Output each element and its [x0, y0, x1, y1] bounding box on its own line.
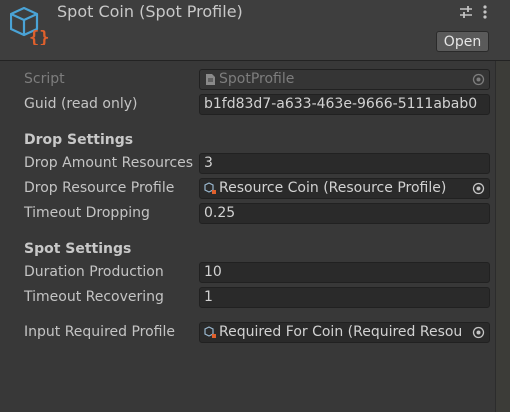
- inspector-header: {} Spot Coin (Spot Profile) Open: [0, 0, 510, 60]
- header-separator: [0, 60, 510, 61]
- object-picker-icon[interactable]: [472, 182, 485, 195]
- input-required-profile-field[interactable]: Required For Coin (Required Resou: [199, 322, 490, 343]
- script-label: Script: [24, 71, 65, 87]
- scriptable-object-icon: [204, 182, 216, 194]
- scriptable-object-icon: {}: [10, 6, 49, 45]
- drop-amount-input[interactable]: 3: [199, 153, 490, 174]
- drop-resource-profile-field[interactable]: Resource Coin (Resource Profile): [199, 178, 490, 199]
- script-file-icon: [206, 74, 215, 85]
- scriptable-object-icon: [204, 326, 216, 338]
- drop-settings-heading: Drop Settings: [24, 132, 134, 148]
- object-picker-icon[interactable]: [472, 326, 485, 339]
- guid-label: Guid (read only): [24, 96, 138, 112]
- duration-production-label: Duration Production: [24, 264, 164, 280]
- timeout-recovering-label: Timeout Recovering: [24, 289, 164, 305]
- guid-field[interactable]: b1fd83d7-a633-463e-9666-5111abab0: [199, 94, 490, 115]
- timeout-dropping-label: Timeout Dropping: [24, 205, 150, 221]
- inspector-title: Spot Coin (Spot Profile): [57, 2, 243, 21]
- sliders-icon[interactable]: [458, 4, 474, 20]
- script-field: SpotProfile: [199, 69, 490, 90]
- svg-text:{}: {}: [29, 28, 49, 45]
- object-picker-icon: [472, 73, 485, 86]
- open-button[interactable]: Open: [436, 31, 489, 52]
- spot-settings-heading: Spot Settings: [24, 241, 132, 257]
- duration-production-input[interactable]: 10: [199, 262, 490, 283]
- kebab-menu-icon[interactable]: [480, 4, 490, 20]
- drop-resource-profile-label: Drop Resource Profile: [24, 180, 175, 196]
- input-required-profile-label: Input Required Profile: [24, 324, 175, 340]
- timeout-recovering-input[interactable]: 1: [199, 287, 490, 308]
- timeout-dropping-input[interactable]: 0.25: [199, 203, 490, 224]
- scene-view-strip: [496, 61, 510, 412]
- drop-amount-label: Drop Amount Resources: [24, 155, 194, 171]
